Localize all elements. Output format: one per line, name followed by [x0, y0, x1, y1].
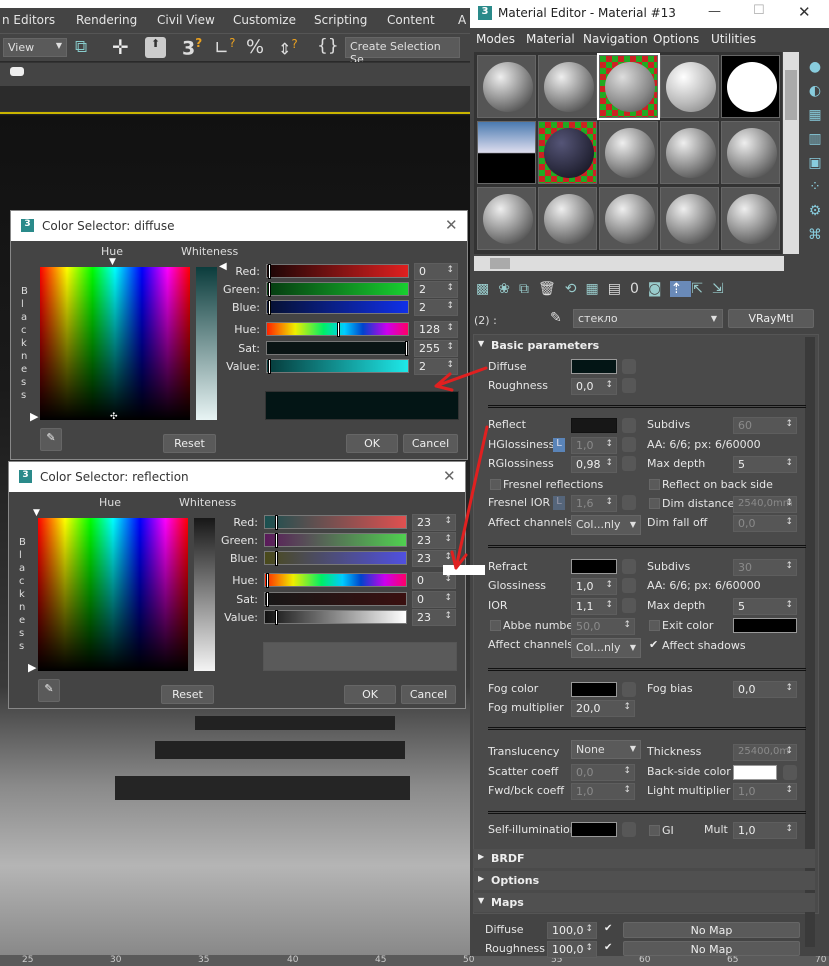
annotation-arrow-diffuse — [434, 366, 488, 392]
annotation-arrow-reflect — [450, 425, 489, 570]
annotation-arrows — [434, 366, 489, 570]
